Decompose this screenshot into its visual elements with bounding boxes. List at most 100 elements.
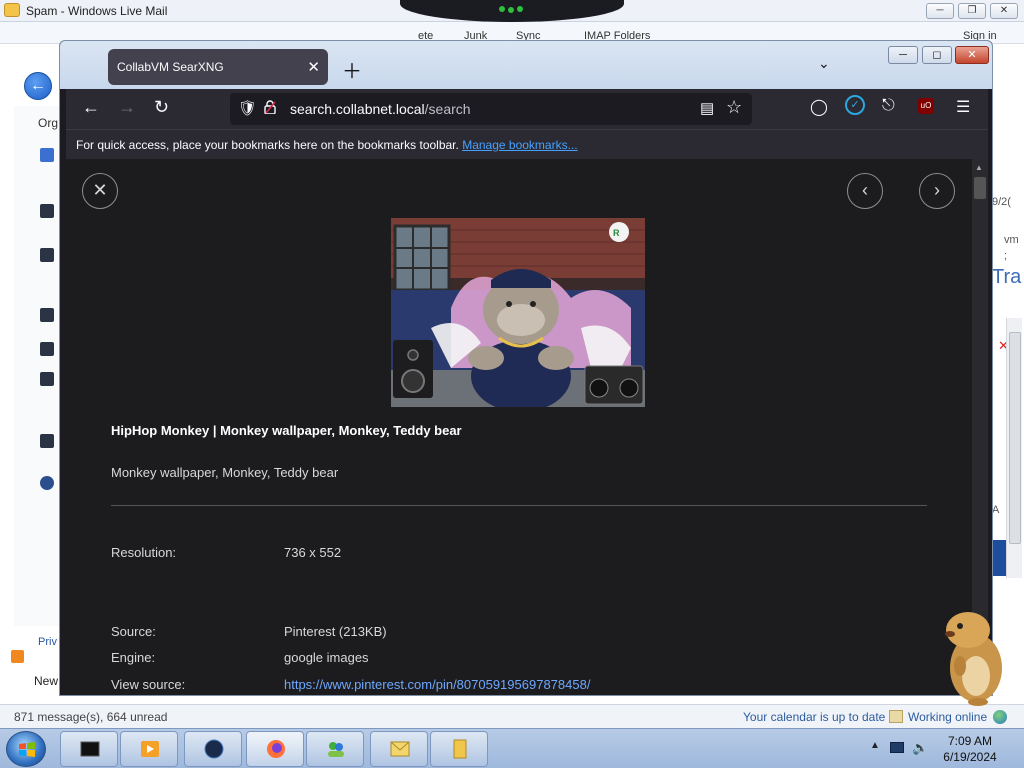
view-source-link[interactable]: https://www.pinterest.com/pin/8070591956…: [284, 677, 590, 692]
globe-app-icon: [204, 739, 224, 759]
folder-icon[interactable]: [40, 248, 54, 262]
speaker-icon[interactable]: 🔈: [912, 740, 928, 756]
folder-icon[interactable]: [40, 372, 54, 386]
show-hidden-icons-icon[interactable]: ▲: [870, 740, 880, 751]
folder-icon[interactable]: [40, 308, 54, 322]
livemail-scrollbar[interactable]: [1006, 318, 1022, 578]
hamster-mascot-icon: [945, 612, 1002, 706]
folder-icon[interactable]: [40, 342, 54, 356]
terminal-icon: [80, 741, 100, 757]
mail-icon: [390, 741, 410, 757]
livemail-statusbar: 871 message(s), 664 unread Your calendar…: [0, 704, 1024, 728]
tab-collabvm-searxng[interactable]: CollabVM SearXNG ✕: [108, 49, 328, 85]
livemail-maximize-button[interactable]: ❐: [958, 3, 986, 19]
calendar-icon: [889, 710, 903, 723]
windows-taskbar: ▲ 🔈 7:09 AM 6/19/2024: [0, 728, 1024, 768]
monkey-image: R: [391, 218, 645, 407]
url-text[interactable]: search.collabnet.local/search: [290, 101, 471, 117]
bookmark-star-icon[interactable]: ☆: [726, 97, 742, 118]
pocket-icon[interactable]: ◯: [810, 97, 828, 117]
next-result-button[interactable]: ›: [919, 173, 955, 209]
windows-logo-icon: [19, 742, 35, 757]
folder-icon[interactable]: [40, 204, 54, 218]
divider: [111, 505, 927, 506]
resolution-value: 736 x 552: [284, 545, 342, 560]
url-path: /search: [424, 101, 471, 117]
clock-date: 6/19/2024: [943, 750, 997, 764]
taskbar-explorer[interactable]: [430, 731, 488, 767]
taskbar-media-player[interactable]: [120, 731, 178, 767]
close-detail-button[interactable]: ✕: [82, 173, 118, 209]
source-value: Pinterest (213KB): [284, 624, 387, 639]
livemail-bottom-left: Priv New: [0, 636, 60, 700]
manage-bookmarks-link[interactable]: Manage bookmarks...: [462, 138, 577, 152]
privacy-link[interactable]: Priv: [38, 636, 57, 648]
ublock-origin-icon[interactable]: uO: [918, 98, 934, 114]
source-label: Source:: [111, 624, 156, 639]
reader-view-icon[interactable]: ▤: [700, 99, 714, 117]
system-tray: ▲ 🔈: [868, 739, 928, 759]
contacts-icon[interactable]: [40, 148, 54, 162]
start-button[interactable]: [6, 731, 46, 767]
sync-check-icon[interactable]: ✓: [845, 95, 865, 115]
extensions-icon[interactable]: ⎋: [882, 97, 895, 115]
livemail-folder-pane: Org: [14, 106, 62, 626]
folder-icon[interactable]: [40, 434, 54, 448]
network-icon[interactable]: [890, 742, 904, 753]
reload-icon[interactable]: ↻: [154, 97, 169, 118]
taskbar-terminal[interactable]: [60, 731, 118, 767]
taskbar-live-messenger[interactable]: [306, 731, 364, 767]
engine-label: Engine:: [111, 650, 156, 665]
clock-time: 7:09 AM: [947, 734, 993, 748]
result-preview-image[interactable]: R: [391, 218, 645, 407]
svg-text:R: R: [613, 228, 620, 238]
close-window-button[interactable]: ✕: [955, 46, 989, 64]
maximize-button[interactable]: ◻: [922, 46, 952, 64]
bookmarks-toolbar: For quick access, place your bookmarks h…: [66, 129, 988, 159]
taskbar-live-mail[interactable]: [370, 731, 428, 767]
scrollbar-thumb[interactable]: [1009, 332, 1021, 544]
hamburger-menu-icon[interactable]: ☰: [956, 97, 970, 117]
message-count: 871 message(s), 664 unread: [14, 710, 168, 724]
result-title[interactable]: HipHop Monkey | Monkey wallpaper, Monkey…: [111, 423, 462, 438]
firefox-window: CollabVM SearXNG ✕ ＋ ⌄ ─ ◻ ✕ ← → ↻ 🛡 sea…: [59, 40, 993, 696]
forward-arrow-icon[interactable]: →: [118, 97, 136, 118]
globe-icon: [993, 710, 1007, 724]
firefox-titlebar[interactable]: CollabVM SearXNG ✕ ＋ ⌄ ─ ◻ ✕: [60, 41, 992, 89]
resolution-label: Resolution:: [111, 545, 177, 560]
text-fragment: vm: [1004, 234, 1019, 246]
scroll-up-icon[interactable]: ▲: [975, 163, 983, 172]
online-status[interactable]: Working online: [908, 710, 987, 724]
result-description: Monkey wallpaper, Monkey, Teddy bear: [111, 465, 339, 480]
messenger-icon: [328, 742, 344, 757]
livemail-back-button[interactable]: ←: [24, 72, 52, 100]
calendar-status[interactable]: Your calendar is up to date: [743, 710, 885, 724]
shield-icon[interactable]: 🛡: [238, 99, 257, 117]
lock-icon[interactable]: [264, 100, 276, 114]
navigation-toolbar: ← → ↻ 🛡 search.collabnet.local/search ▤ …: [66, 89, 988, 129]
chevron-down-icon[interactable]: ⌄: [818, 55, 830, 72]
organize-menu[interactable]: Org: [38, 116, 58, 130]
new-tab-icon[interactable]: ＋: [342, 55, 362, 84]
globe-icon[interactable]: [40, 476, 54, 490]
scrollbar-thumb[interactable]: [974, 177, 986, 199]
page-content: ✕ ‹ › R HipHop Monkey | Monkey wallpaper…: [66, 159, 988, 695]
clock[interactable]: 7:09 AM 6/19/2024: [930, 733, 1010, 765]
color-block: [992, 540, 1006, 576]
date-fragment: 9/2(: [992, 196, 1011, 208]
livemail-app-icon: [4, 3, 20, 17]
minimize-button[interactable]: ─: [888, 46, 918, 64]
taskbar-app[interactable]: [184, 731, 242, 767]
rss-icon[interactable]: [11, 650, 24, 663]
back-arrow-icon[interactable]: ←: [82, 97, 100, 118]
taskbar-firefox[interactable]: [246, 731, 304, 767]
livemail-close-button[interactable]: ✕: [990, 3, 1018, 19]
bookmarks-message: For quick access, place your bookmarks h…: [76, 138, 578, 152]
livemail-minimize-button[interactable]: ─: [926, 3, 954, 19]
new-item-label[interactable]: New: [34, 674, 58, 688]
view-source-label: View source:: [111, 677, 186, 692]
close-tab-icon[interactable]: ✕: [307, 58, 320, 76]
previous-result-button[interactable]: ‹: [847, 173, 883, 209]
address-bar[interactable]: 🛡 search.collabnet.local/search ▤ ☆: [230, 93, 752, 125]
text-fragment: ;: [1004, 250, 1008, 262]
